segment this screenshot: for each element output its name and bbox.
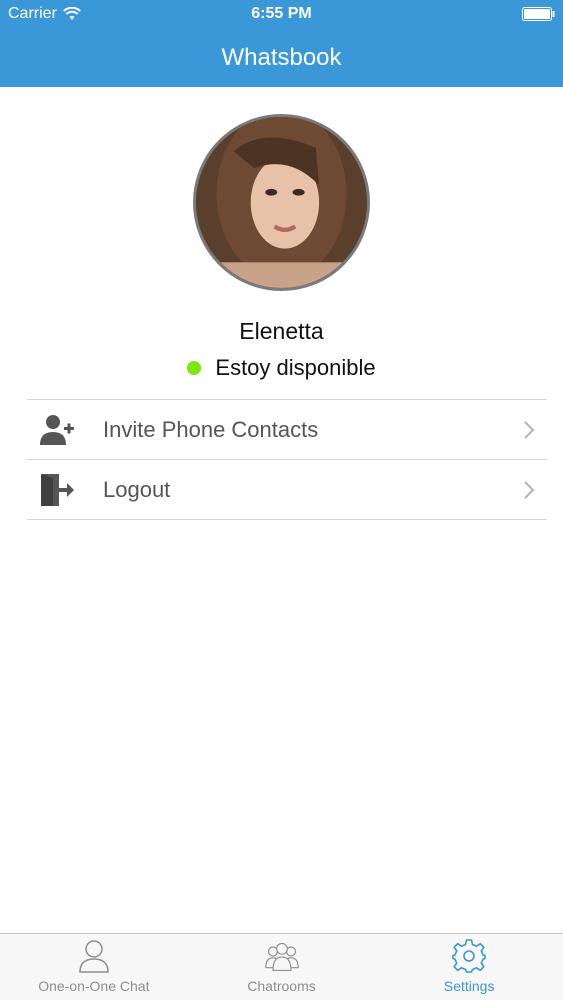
tab-label: One-on-One Chat	[38, 978, 150, 994]
tab-bar: One-on-One Chat Chatrooms Settings	[0, 933, 563, 1000]
profile-name: Elenetta	[239, 318, 324, 344]
chevron-right-icon	[524, 421, 535, 439]
presence-status[interactable]: Estoy disponible	[0, 355, 563, 381]
settings-menu: Invite Phone Contacts Logout	[27, 399, 547, 520]
page-title: Whatsbook	[221, 44, 342, 71]
tab-chatrooms[interactable]: Chatrooms	[188, 934, 376, 1000]
tab-one-on-one-chat[interactable]: One-on-One Chat	[0, 934, 188, 1000]
tab-label: Chatrooms	[247, 978, 316, 994]
tab-label: Settings	[443, 978, 495, 994]
clock: 6:55 PM	[251, 5, 312, 22]
nav-bar: Carrier 6:55 PM Whatsbook	[0, 0, 563, 87]
tab-settings[interactable]: Settings	[375, 934, 563, 1000]
chevron-right-icon	[524, 481, 535, 499]
person-icon	[79, 940, 109, 973]
menu-item-label: Logout	[103, 476, 171, 502]
gear-icon	[452, 939, 486, 973]
menu-item-logout[interactable]: Logout	[27, 460, 547, 520]
status-bar: Carrier 6:55 PM	[0, 0, 563, 30]
logout-icon	[41, 474, 74, 506]
menu-item-invite-contacts[interactable]: Invite Phone Contacts	[27, 400, 547, 460]
status-dot-icon	[187, 361, 202, 375]
group-icon	[264, 942, 299, 971]
profile-photo	[196, 117, 367, 288]
status-text: Estoy disponible	[215, 355, 376, 380]
battery-icon	[522, 7, 555, 21]
menu-item-label: Invite Phone Contacts	[103, 416, 319, 442]
avatar[interactable]	[193, 114, 370, 291]
add-user-icon	[40, 415, 74, 445]
